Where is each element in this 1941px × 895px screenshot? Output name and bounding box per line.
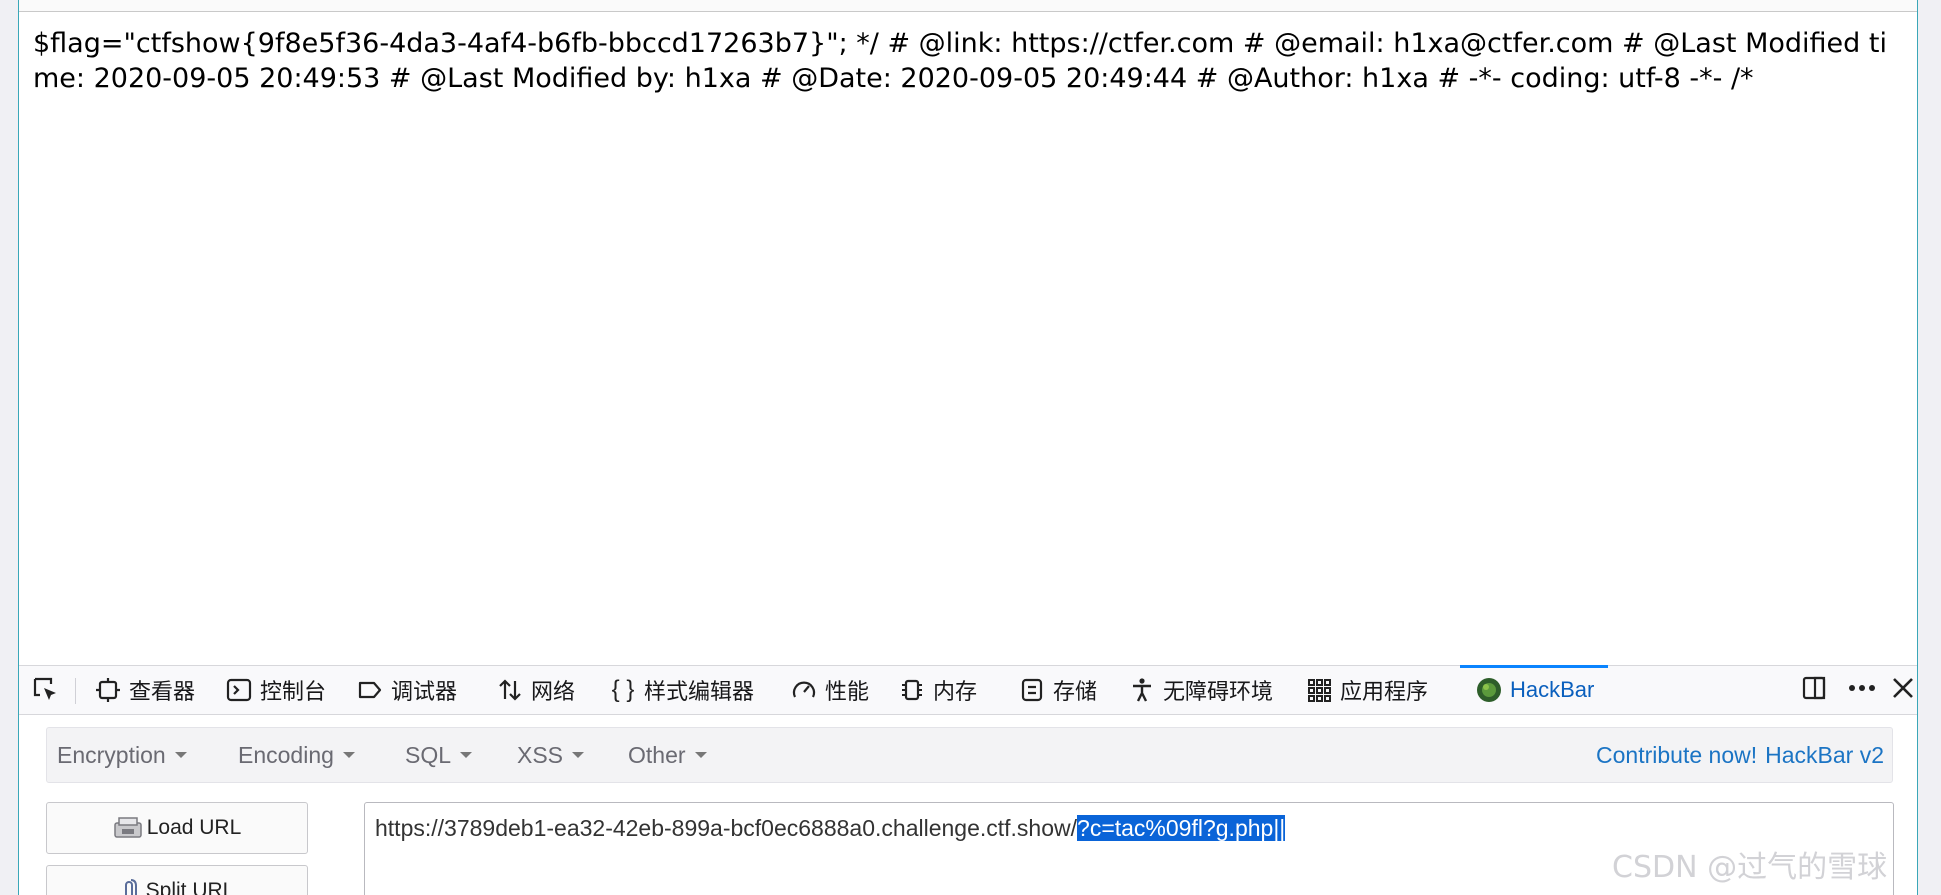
chevron-down-icon [174,752,187,758]
page-top-border [19,0,1917,12]
more-options-button[interactable] [1847,666,1877,714]
load-url-button[interactable]: Load URL [46,802,308,854]
split-url-button[interactable]: Split URL [46,865,308,895]
tab-label: 内存 [933,679,978,704]
hackbar-version: HackBar v2 [1765,741,1884,768]
tab-label: HackBar [1510,677,1595,702]
hackbar-menubar: Encryption Encoding SQL XSS Other Contri… [46,727,1893,783]
tab-style-editor[interactable]: { } 样式编辑器 [608,666,754,714]
tab-label: 查看器 [129,679,196,704]
menu-label: Encoding [238,741,334,768]
application-icon [1304,675,1334,705]
more-options-icon [1847,674,1877,707]
tab-network[interactable]: 网络 [495,666,575,714]
menu-other[interactable]: Other [628,728,707,782]
tab-label: 调试器 [391,679,458,704]
tab-application[interactable]: 应用程序 [1304,666,1428,714]
hackbar-contribute: Contribute now! HackBar v2 [1596,728,1884,782]
inspector-icon [93,675,123,705]
load-url-icon [113,815,143,841]
dock-side-icon [1801,674,1829,707]
close-icon [1891,676,1915,705]
tab-hackbar[interactable]: HackBar [1459,665,1609,714]
tab-label: 控制台 [260,679,327,704]
tab-debugger[interactable]: 调试器 [355,666,457,714]
chevron-down-icon [460,752,473,758]
tab-memory[interactable]: 内存 [897,666,977,714]
tab-label: 无障碍环境 [1163,679,1274,704]
tab-label: 样式编辑器 [644,679,755,704]
split-url-label: Split URL [145,879,235,895]
network-icon [495,675,525,705]
style-editor-icon: { } [611,676,635,703]
url-text: https://3789deb1-ea32-42eb-899a-bcf0ec68… [375,815,1078,841]
tab-inspector[interactable]: 查看器 [93,666,195,714]
contribute-link[interactable]: Contribute now! [1596,742,1757,769]
menu-encryption[interactable]: Encryption [57,728,187,782]
close-devtools-button[interactable] [1891,666,1915,714]
chevron-down-icon [694,752,707,758]
menu-label: Other [628,741,686,768]
csdn-watermark: CSDN @过气的雪球 [1612,850,1888,885]
dock-side-button[interactable] [1801,666,1829,714]
menu-label: Encryption [57,741,166,768]
url-selected-text: ?c=tac%09fl?g.php|| [1077,815,1286,841]
performance-icon [789,675,819,705]
tab-label: 存储 [1053,679,1098,704]
menu-label: XSS [517,741,564,768]
element-picker-button[interactable] [31,666,67,714]
devtools-toolbar: 查看器 控制台 调试器 网络 { } 样式编辑器 性能 内存 存储 无障碍环境 … [19,665,1917,715]
accessibility-icon [1127,675,1157,705]
tab-accessibility[interactable]: 无障碍环境 [1127,666,1273,714]
tab-performance[interactable]: 性能 [789,666,869,714]
chevron-down-icon [572,752,585,758]
menu-encoding[interactable]: Encoding [238,728,355,782]
load-url-label: Load URL [146,816,242,839]
split-url-icon [120,878,142,895]
memory-icon [897,675,927,705]
hackbar-icon [1474,675,1504,705]
tab-console[interactable]: 控制台 [224,666,326,714]
menu-sql[interactable]: SQL [405,728,473,782]
chevron-down-icon [342,752,355,758]
tab-label: 应用程序 [1340,679,1429,704]
menu-label: SQL [405,741,452,768]
menu-xss[interactable]: XSS [517,728,585,782]
console-icon [224,675,254,705]
toolbar-separator [75,678,76,704]
page-output-text: $flag="ctfshow{9f8e5f36-4da3-4af4-b6fb-b… [33,28,1887,94]
element-picker-icon [31,675,61,705]
tab-label: 网络 [531,679,576,704]
tab-storage[interactable]: 存储 [1017,666,1097,714]
debugger-icon [355,675,385,705]
storage-icon [1017,675,1047,705]
page-viewport: $flag="ctfshow{9f8e5f36-4da3-4af4-b6fb-b… [18,0,1918,665]
tab-label: 性能 [825,679,870,704]
